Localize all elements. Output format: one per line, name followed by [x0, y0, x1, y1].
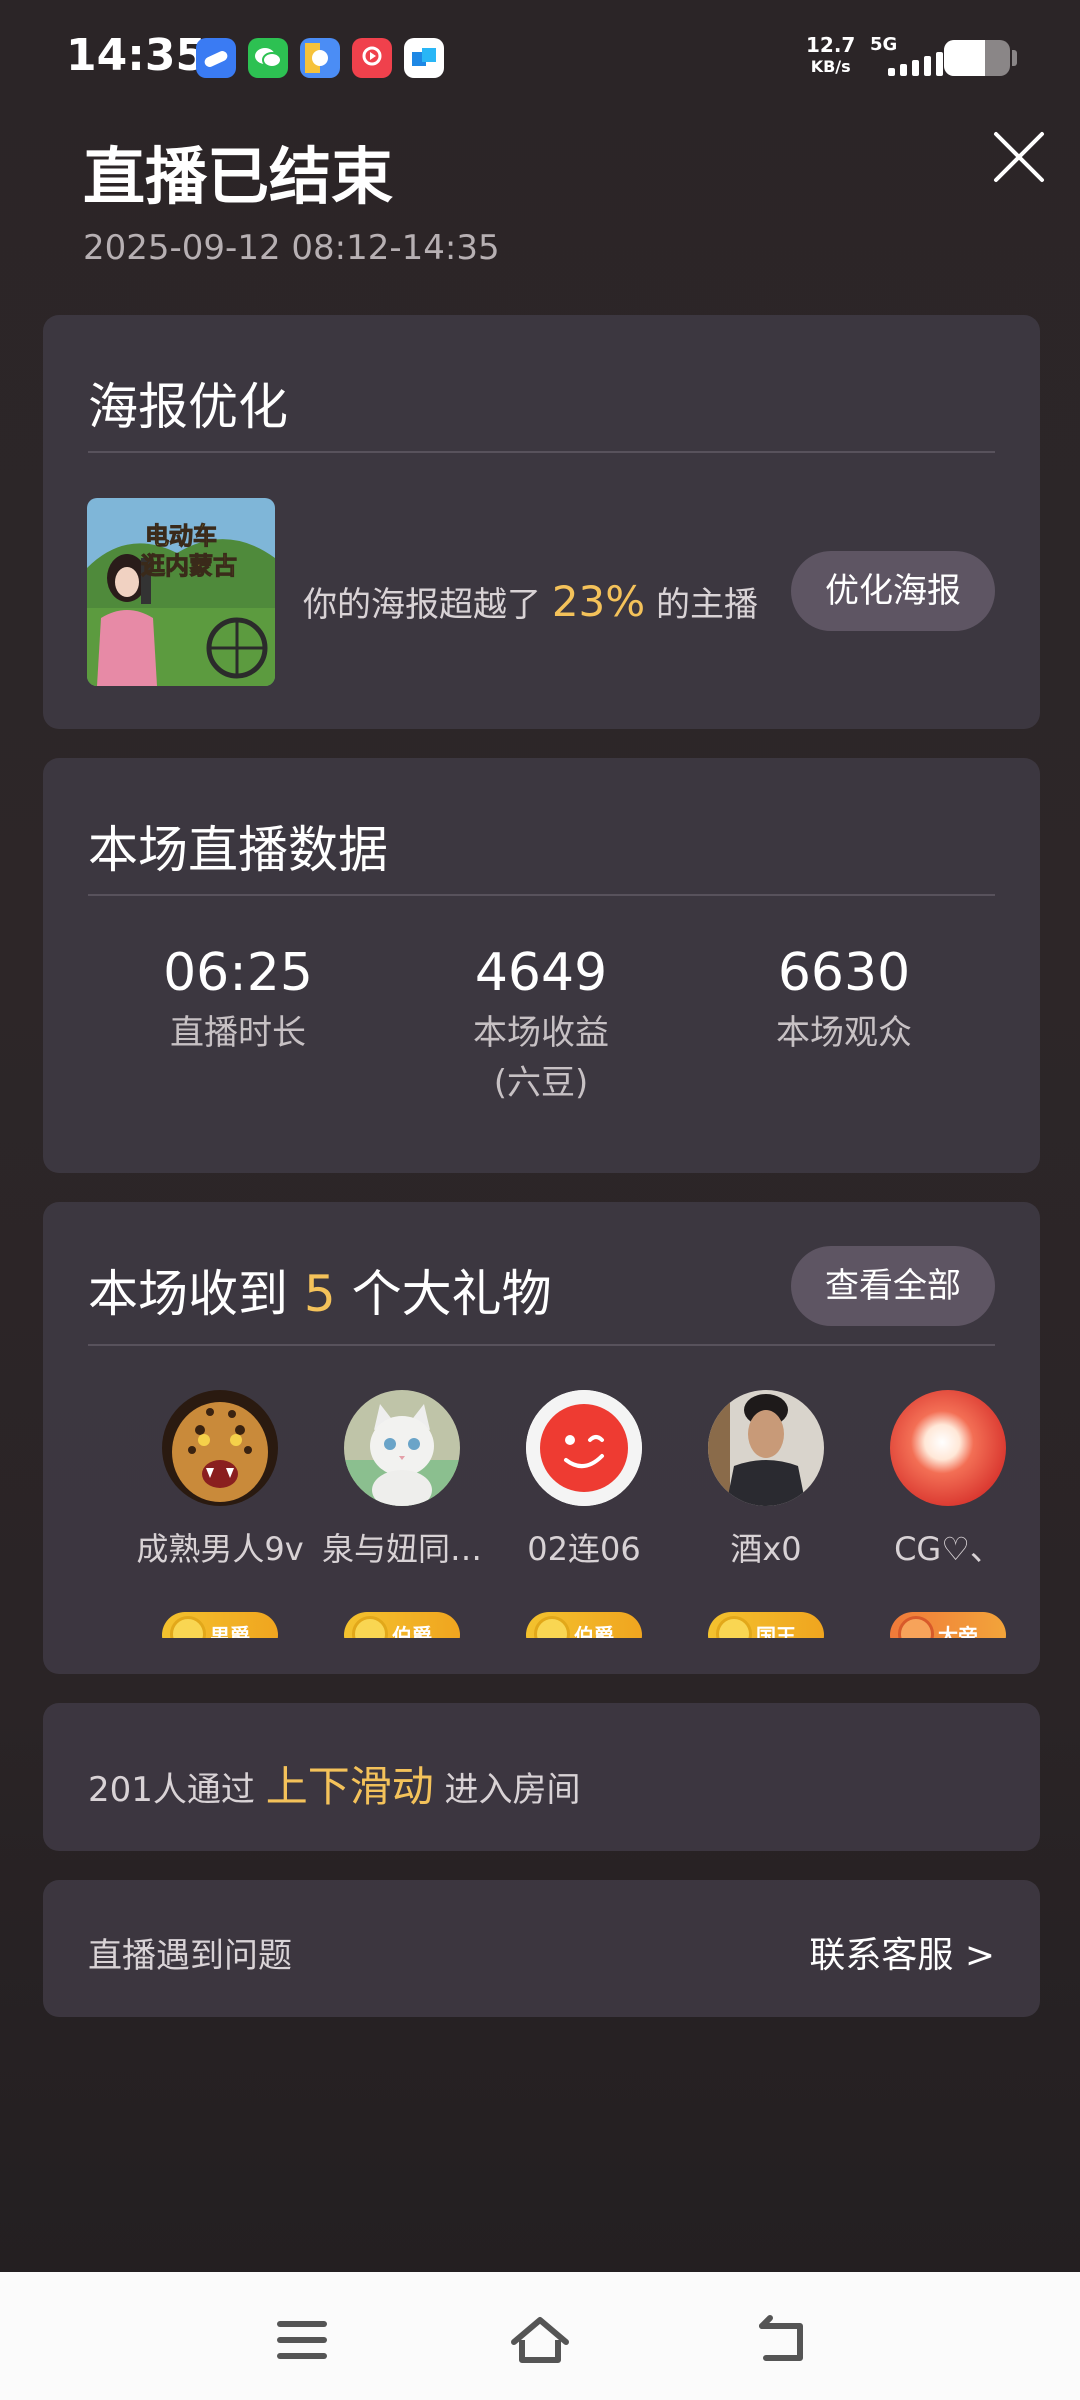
live-stats-title: 本场直播数据: [88, 821, 388, 879]
rank-badge-label: 国王: [756, 1624, 796, 1638]
network-speed: 12.7 KB/s: [806, 34, 855, 78]
gifts-title-after: 个大礼物: [335, 1265, 552, 1323]
gifts-title-before: 本场收到: [88, 1265, 304, 1323]
stat-label: 本场观众: [776, 1013, 912, 1053]
crown-icon: [352, 1616, 388, 1638]
avatar: [890, 1390, 1006, 1506]
home-icon: [511, 2317, 569, 2363]
avatar: [162, 1390, 278, 1506]
stat-income: 4649 本场收益 (六豆): [421, 938, 661, 1108]
wechat-icon: [248, 38, 288, 78]
gifter-item[interactable]: 酒x0 国王: [676, 1390, 856, 1638]
slide-entry-card: 201人通过 上下滑动 进入房间: [43, 1703, 1040, 1851]
poster-thumb-line1: 电动车: [145, 522, 217, 550]
slide-entry-after: 进入房间: [433, 1770, 581, 1810]
avatar: [708, 1390, 824, 1506]
status-bar: 14:35 12.7 KB/s 5G: [0, 0, 1080, 110]
rank-badge-label: 男爵: [210, 1624, 250, 1638]
rank-badge-label: 伯爵: [574, 1624, 614, 1638]
gifter-item[interactable]: 泉与妞同… 伯爵: [312, 1390, 492, 1638]
optimize-poster-button[interactable]: 优化海报: [791, 551, 995, 631]
slide-entry-highlight: 上下滑动: [265, 1762, 434, 1811]
stat-viewers: 6630 本场观众: [724, 938, 964, 1058]
divider: [88, 1344, 995, 1346]
live-stats-card: 本场直播数据 06:25 直播时长 4649 本场收益 (六豆) 6630 本场…: [43, 758, 1040, 1173]
status-app-icons: [196, 38, 444, 78]
rank-badge-label: 伯爵: [392, 1624, 432, 1638]
slide-entry-text: 201人通过 上下滑动 进入房间: [88, 1753, 581, 1814]
crown-icon: [716, 1616, 752, 1638]
gifts-count: 5: [303, 1265, 336, 1323]
gifter-name: 成熟男人9v: [136, 1530, 304, 1568]
menu-button[interactable]: [272, 2312, 332, 2368]
page-title: 直播已结束: [83, 140, 394, 213]
poster-card: 海报优化 电动车 逛内蒙古 你的海报超越了 23% 的主播 优化海报: [43, 315, 1040, 729]
stat-label: 本场收益: [473, 1013, 609, 1053]
live-time-range: 2025-09-12 08:12-14:35: [83, 228, 500, 268]
contact-support-link[interactable]: 联系客服 >: [809, 1926, 995, 1978]
battery-icon: [944, 40, 1010, 76]
network-speed-value: 12.7: [806, 33, 856, 57]
poster-thumb-line2: 逛内蒙古: [141, 552, 237, 580]
rank-badge-label: 大帝: [938, 1624, 978, 1638]
rank-badge: 男爵: [162, 1612, 278, 1638]
gifts-card: 本场收到 5 个大礼物 查看全部 成熟男人9v 男爵 泉与妞同… 伯爵 02连0…: [43, 1202, 1040, 1674]
avatar: [526, 1390, 642, 1506]
problem-label: 直播遇到问题: [88, 1936, 292, 1976]
qq-browser-icon: [300, 38, 340, 78]
stat-label: 直播时长: [170, 1013, 306, 1053]
status-time: 14:35: [66, 30, 207, 81]
slide-entry-before: 201人通过: [88, 1770, 266, 1810]
crown-icon: [534, 1616, 570, 1638]
divider: [88, 894, 995, 896]
gifter-item[interactable]: CG♡、 大帝: [858, 1390, 1038, 1638]
battery-fill: [944, 40, 985, 76]
stats-row: 06:25 直播时长 4649 本场收益 (六豆) 6630 本场观众: [43, 938, 1040, 1138]
stat-label-unit: (六豆): [493, 1063, 589, 1103]
poster-rank-before: 你的海报超越了: [303, 585, 552, 625]
stat-value: 06:25: [163, 943, 313, 1003]
stat-duration: 06:25 直播时长: [118, 938, 358, 1058]
network-speed-unit: KB/s: [810, 57, 851, 76]
divider: [88, 451, 995, 453]
avatar: [344, 1390, 460, 1506]
gifts-title: 本场收到 5 个大礼物: [88, 1254, 552, 1326]
poster-rank-percent: 23%: [551, 577, 646, 626]
crown-icon: [898, 1616, 934, 1638]
signal-icon: [888, 52, 943, 76]
teams-app-icon: [404, 38, 444, 78]
menu-icon: [277, 2321, 327, 2359]
video-app-icon: [352, 38, 392, 78]
stat-value: 4649: [474, 943, 608, 1003]
poster-thumbnail[interactable]: 电动车 逛内蒙古: [87, 498, 275, 686]
view-all-button[interactable]: 查看全部: [791, 1246, 995, 1326]
back-icon: [759, 2315, 803, 2361]
close-button[interactable]: [990, 128, 1048, 186]
poster-image: 电动车 逛内蒙古: [87, 498, 275, 686]
battery-tip: [1012, 50, 1017, 66]
back-button[interactable]: [752, 2312, 812, 2368]
crown-icon: [170, 1616, 206, 1638]
stat-value: 6630: [777, 943, 911, 1003]
gifter-name: CG♡、: [894, 1530, 1002, 1568]
rank-badge: 伯爵: [526, 1612, 642, 1638]
poster-rank-after: 的主播: [645, 585, 758, 625]
close-icon: [994, 132, 1044, 182]
gifter-item[interactable]: 成熟男人9v 男爵: [130, 1390, 310, 1638]
gifter-item[interactable]: 02连06 伯爵: [494, 1390, 674, 1638]
problem-card: 直播遇到问题 联系客服 >: [43, 1880, 1040, 2017]
cloud-app-icon: [196, 38, 236, 78]
system-nav-bar: [0, 2272, 1080, 2400]
poster-rank-text: 你的海报超越了 23% 的主播: [303, 577, 758, 626]
gifter-name: 泉与妞同…: [321, 1530, 482, 1568]
gifters-row: 成熟男人9v 男爵 泉与妞同… 伯爵 02连06 伯爵 酒x0 国王 CG♡、 …: [43, 1390, 1040, 1638]
gifter-name: 02连06: [527, 1530, 641, 1568]
rank-badge: 国王: [708, 1612, 824, 1638]
rank-badge: 伯爵: [344, 1612, 460, 1638]
gifter-name: 酒x0: [730, 1530, 802, 1568]
rank-badge: 大帝: [890, 1612, 1006, 1638]
poster-card-title: 海报优化: [88, 378, 288, 436]
home-button[interactable]: [508, 2312, 569, 2368]
